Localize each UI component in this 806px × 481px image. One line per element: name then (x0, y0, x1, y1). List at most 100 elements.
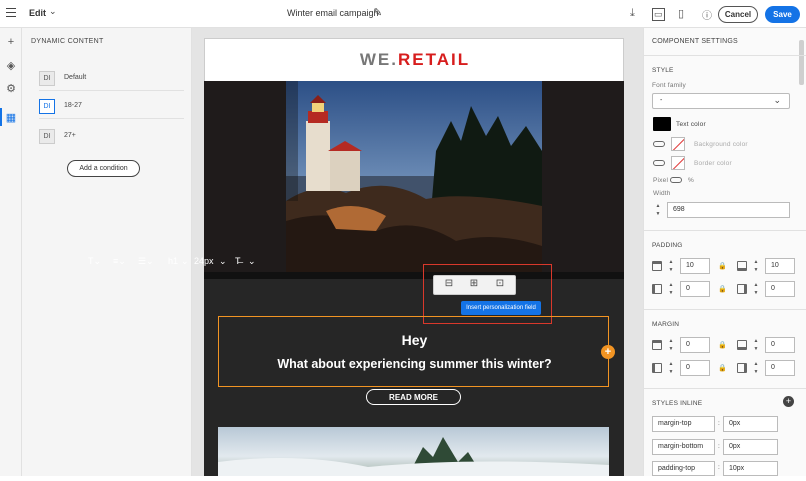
hero-image[interactable] (204, 81, 624, 272)
margin-left-stepper[interactable]: ▲ ▼ (666, 360, 676, 376)
margin-bottom-stepper[interactable]: ▲ ▼ (751, 337, 761, 353)
email-subheading[interactable]: What about experiencing summer this wint… (219, 357, 610, 371)
read-more-button[interactable]: READ MORE (366, 389, 461, 405)
margin-top-stepper[interactable]: ▲ ▼ (666, 337, 676, 353)
padding-bottom-input[interactable]: 10 (765, 258, 795, 274)
margin-right-stepper[interactable]: ▲ ▼ (751, 360, 761, 376)
top-bar: Edit ⌄ Winter email campaign ✎ ⤓ ▭ ▯ ⓘ C… (0, 0, 806, 28)
section-padding: PADDING (652, 242, 683, 249)
text-style-icon[interactable]: T⌄ (88, 256, 101, 267)
margin-right-input[interactable]: 0 (765, 360, 795, 376)
font-family-label: Font family (652, 82, 686, 89)
text-color-label: Text color (676, 121, 706, 128)
insert-personalization-icon[interactable]: ⊡ (493, 278, 507, 292)
style-property-input[interactable]: margin-bottom (652, 439, 715, 455)
border-color-swatch[interactable] (671, 156, 685, 170)
padding-left-input[interactable]: 0 (680, 281, 710, 297)
padding-top-icon (652, 261, 662, 271)
winter-tree-photo (218, 437, 609, 476)
text-component-selected[interactable]: Hey What about experiencing summer this … (218, 316, 609, 387)
lock-icon[interactable]: 🔒 (718, 285, 727, 293)
scrollbar[interactable] (799, 40, 804, 85)
margin-top-icon (652, 340, 662, 350)
style-separator: : (718, 420, 721, 427)
divider (643, 388, 806, 389)
padding-right-input[interactable]: 0 (765, 281, 795, 297)
logo-block[interactable]: WE.RETAIL (204, 38, 624, 81)
align-icon[interactable]: ≡⌄ (113, 256, 126, 267)
style-separator: : (718, 464, 721, 471)
style-property-input[interactable]: padding-top (652, 461, 715, 476)
add-style-icon[interactable]: + (783, 396, 794, 407)
margin-bottom-icon (737, 340, 747, 350)
padding-bottom-stepper[interactable]: ▲ ▼ (751, 258, 761, 274)
style-value-input[interactable]: 0px (723, 416, 778, 432)
style-property-input[interactable]: margin-top (652, 416, 715, 432)
layers-icon[interactable]: ◈ (0, 59, 22, 72)
fragments-icon[interactable]: ⚙ (0, 82, 22, 95)
border-color-label: Border color (694, 160, 732, 167)
tooltip: Insert personalization field (461, 301, 541, 315)
add-icon[interactable]: + (0, 36, 22, 48)
margin-right-icon (737, 363, 747, 373)
lighthouse-photo (286, 81, 542, 272)
text-color-swatch[interactable] (653, 117, 671, 131)
padding-top-input[interactable]: 10 (680, 258, 710, 274)
condition-badge: DI (39, 71, 55, 86)
lock-icon[interactable]: 🔒 (718, 341, 727, 349)
margin-top-input[interactable]: 0 (680, 337, 710, 353)
chevron-down-icon[interactable]: ⌄ (219, 256, 227, 267)
lock-icon[interactable]: 🔒 (718, 364, 727, 372)
condition-label: Default (64, 74, 87, 81)
unit-percent-label: % (688, 177, 694, 184)
margin-left-icon (652, 363, 662, 373)
insert-dynamic-content-icon[interactable]: ⊟ (442, 278, 456, 292)
insert-fragment-icon[interactable]: ⊞ (467, 278, 481, 292)
border-color-toggle[interactable] (653, 160, 665, 166)
divider (643, 230, 806, 231)
margin-left-input[interactable]: 0 (680, 360, 710, 376)
condition-item[interactable]: DI Default (39, 70, 184, 91)
width-stepper[interactable]: ▲ ▼ (653, 202, 663, 218)
cancel-button[interactable]: Cancel (718, 6, 758, 23)
preview-icon[interactable]: ▭ (652, 8, 665, 21)
mode-dropdown[interactable]: Edit (29, 8, 46, 18)
background-color-toggle[interactable] (653, 141, 665, 147)
width-input[interactable]: 698 (667, 202, 790, 218)
add-component-icon[interactable]: + (601, 345, 615, 359)
dynamic-content-icon[interactable]: ▦ (0, 111, 22, 124)
lock-icon[interactable]: 🔒 (718, 262, 727, 270)
background-color-swatch[interactable] (671, 137, 685, 151)
text-toolbar: T⌄ ≡⌄ ☰⌄ h1 ⌄ 24px ⌄ T̶ ⌄ (80, 256, 260, 271)
menu-icon[interactable] (6, 8, 16, 17)
style-value-input[interactable]: 0px (723, 439, 778, 455)
background-color-label: Background color (694, 141, 748, 148)
save-button[interactable]: Save (765, 6, 800, 23)
left-rail: + ◈ ⚙ ▦ (0, 28, 22, 476)
help-icon[interactable]: ⓘ (702, 7, 712, 22)
padding-top-stepper[interactable]: ▲ ▼ (666, 258, 676, 274)
condition-item-selected[interactable]: DI 18-27 (39, 98, 184, 119)
page-title: Winter email campaign (287, 8, 379, 18)
chevron-down-icon[interactable]: ⌄ (248, 256, 256, 267)
list-icon[interactable]: ☰⌄ (138, 256, 154, 267)
padding-left-stepper[interactable]: ▲ ▼ (666, 281, 676, 297)
download-icon[interactable]: ⤓ (630, 7, 635, 20)
add-condition-button[interactable]: Add a condition (67, 160, 140, 177)
unit-toggle[interactable] (670, 177, 682, 183)
text-color-icon[interactable]: T̶ (235, 256, 241, 266)
style-value-input[interactable]: 10px (723, 461, 778, 476)
condition-item[interactable]: DI 27+ (39, 128, 184, 149)
font-size-select[interactable]: 24px (194, 256, 214, 266)
margin-bottom-input[interactable]: 0 (765, 337, 795, 353)
secondary-image[interactable] (218, 427, 609, 476)
chevron-down-icon[interactable]: ⌄ (49, 6, 57, 17)
email-heading[interactable]: Hey (219, 332, 610, 348)
section-styles-inline: STYLES INLINE (652, 400, 703, 407)
edit-title-icon[interactable]: ✎ (373, 6, 382, 19)
chevron-down-icon[interactable]: ⌄ (181, 256, 189, 267)
padding-right-stepper[interactable]: ▲ ▼ (751, 281, 761, 297)
mobile-preview-icon[interactable]: ▯ (678, 7, 684, 20)
font-family-select[interactable]: - ⌄ (652, 93, 790, 109)
heading-level-select[interactable]: h1 (168, 256, 178, 266)
